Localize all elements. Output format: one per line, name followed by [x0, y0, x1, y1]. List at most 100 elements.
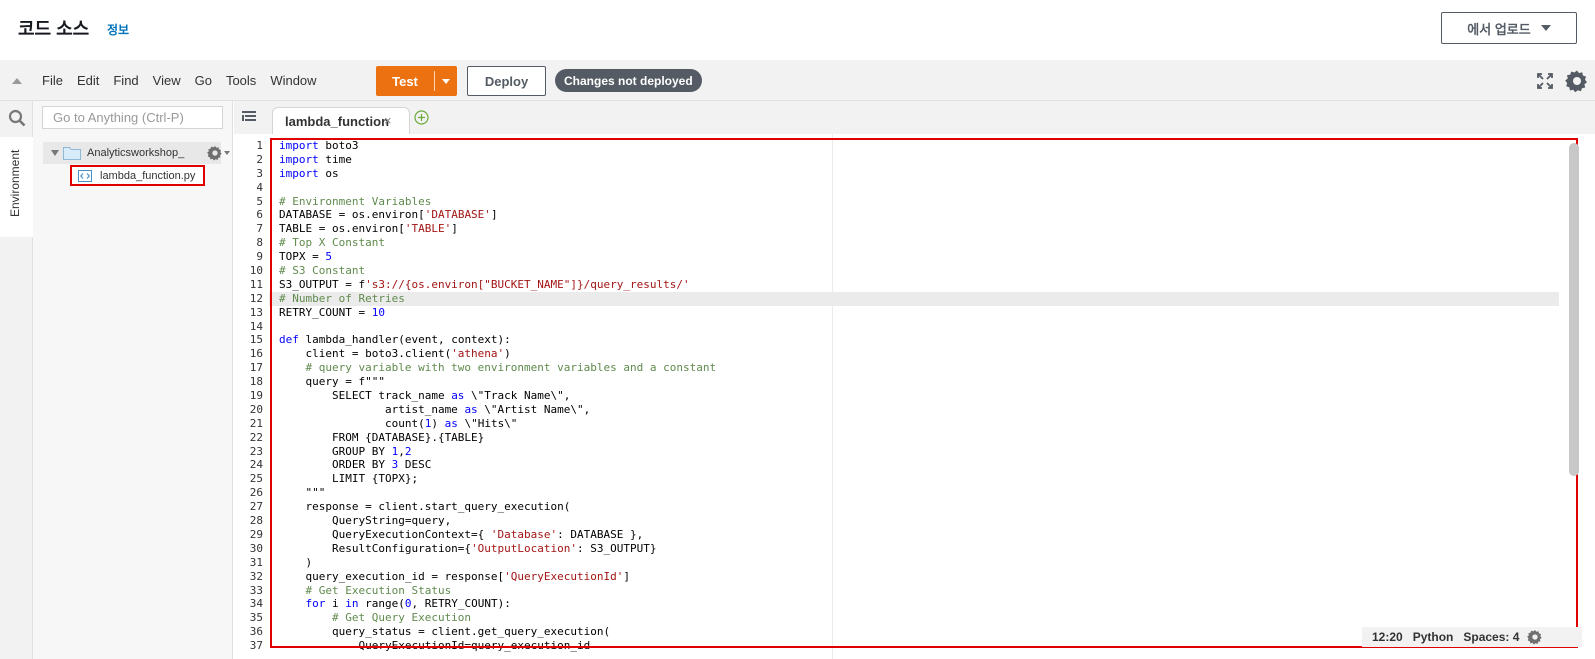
line-number: 30 — [249, 541, 263, 555]
line-number: 21 — [249, 416, 263, 430]
code-line: def lambda_handler(event, context): — [279, 333, 511, 347]
file-name: lambda_function.py — [100, 169, 196, 182]
menu-tools[interactable]: Tools — [226, 73, 256, 88]
environment-tab[interactable]: Environment — [0, 137, 33, 237]
line-number: 19 — [249, 389, 263, 403]
line-number: 12 — [249, 291, 263, 305]
code-line: RETRY_COUNT = 10 — [279, 305, 385, 319]
line-number: 20 — [249, 402, 263, 416]
line-number: 22 — [249, 430, 263, 444]
code-line: ORDER BY 3 DESC — [279, 458, 432, 472]
line-number: 16 — [249, 347, 263, 361]
line-number: 32 — [249, 569, 263, 583]
environment-tab-label: Environment — [8, 149, 22, 217]
test-dropdown-toggle[interactable] — [435, 78, 457, 84]
collapse-toolbar-icon[interactable] — [12, 78, 22, 84]
gear-icon[interactable] — [1527, 629, 1543, 645]
menu-window[interactable]: Window — [270, 73, 316, 88]
line-number: 29 — [249, 527, 263, 541]
code-editor[interactable]: 1 2 3 4 5 6 7 8 9 10 11 12 13 14 15 16 17 18 19 20 21 22 23 24 2… — [234, 134, 1595, 659]
ide-toolbar: File Edit Find View Go Tools Window Test… — [0, 60, 1595, 101]
vertical-scrollbar[interactable] — [1569, 143, 1579, 476]
code-line: query_execution_id = response['QueryExec… — [279, 569, 631, 583]
indent-setting[interactable]: Spaces: 4 — [1463, 630, 1519, 644]
code-line: import time — [279, 152, 352, 166]
tree-folder-item[interactable]: Analyticsworkshop_ — [43, 142, 230, 164]
code-line: TABLE = os.environ['TABLE'] — [279, 222, 458, 236]
ide-menu-bar: File Edit Find View Go Tools Window — [42, 73, 331, 88]
menu-edit[interactable]: Edit — [77, 73, 99, 88]
code-file-icon — [78, 169, 92, 182]
folder-icon — [63, 147, 81, 160]
line-number: 24 — [249, 458, 263, 472]
line-number: 37 — [249, 639, 263, 653]
code-line: ) — [279, 555, 313, 569]
line-number: 26 — [249, 486, 263, 500]
gear-icon[interactable] — [1565, 69, 1589, 93]
tree-file-item[interactable]: lambda_function.py — [70, 165, 205, 186]
tab-lambda-function[interactable]: lambda_function × — [272, 107, 410, 135]
line-number: 23 — [249, 444, 263, 458]
line-number: 13 — [249, 305, 263, 319]
folder-name: Analyticsworkshop_ — [87, 147, 185, 159]
fullscreen-icon[interactable] — [1536, 72, 1554, 90]
line-number: 35 — [249, 611, 263, 625]
environment-sidebar: Environment — [0, 101, 33, 659]
code-line: response = client.start_query_execution( — [279, 500, 571, 514]
line-number: 18 — [249, 375, 263, 389]
menu-find[interactable]: Find — [113, 73, 138, 88]
language-mode[interactable]: Python — [1413, 630, 1454, 644]
code-line: query_status = client.get_query_executio… — [279, 625, 611, 639]
code-line: # Get Query Execution — [279, 611, 472, 625]
line-number: 11 — [249, 277, 263, 291]
line-number: 4 — [256, 180, 263, 194]
go-to-anything-input[interactable] — [42, 106, 223, 129]
deploy-button[interactable]: Deploy — [467, 66, 546, 96]
line-number: 7 — [256, 222, 263, 236]
tab-list-icon[interactable] — [242, 111, 256, 123]
menu-view[interactable]: View — [153, 73, 181, 88]
menu-file[interactable]: File — [42, 73, 63, 88]
chevron-down-icon[interactable] — [224, 151, 230, 155]
line-number: 6 — [256, 208, 263, 222]
code-line: # Top X Constant — [279, 236, 385, 250]
code-line: DATABASE = os.environ['DATABASE'] — [279, 208, 498, 222]
menu-go[interactable]: Go — [195, 73, 212, 88]
test-button-divider — [434, 71, 435, 91]
add-tab-icon[interactable] — [414, 110, 429, 125]
line-number: 33 — [249, 583, 263, 597]
code-line: # query variable with two environment va… — [279, 361, 717, 375]
chevron-down-icon[interactable] — [51, 150, 59, 156]
line-number: 25 — [249, 472, 263, 486]
line-number: 15 — [249, 333, 263, 347]
info-link[interactable]: 정보 — [107, 21, 129, 38]
code-line: FROM {DATABASE}.{TABLE} — [279, 430, 485, 444]
line-number: 8 — [256, 236, 263, 250]
gear-icon[interactable] — [207, 145, 223, 161]
tab-label: lambda_function — [285, 114, 390, 129]
status-badge: Changes not deployed — [555, 69, 702, 92]
test-button[interactable]: Test — [376, 66, 457, 96]
caret-down-icon — [442, 78, 450, 84]
code-line: # Get Execution Status — [279, 583, 452, 597]
code-line: client = boto3.client('athena') — [279, 347, 511, 361]
code-line: S3_OUTPUT = f's3://{os.environ["BUCKET_N… — [279, 277, 690, 291]
code-area[interactable]: import boto3 import time import os # Enviro… — [269, 134, 1595, 659]
line-number: 14 — [249, 319, 263, 333]
code-lines: import boto3 import time import os # Enviro… — [279, 139, 716, 653]
code-line: ResultConfiguration={'OutputLocation': S… — [279, 541, 657, 555]
code-line: # S3 Constant — [279, 264, 366, 278]
code-line: QueryExecutionId=query_execution_id — [279, 639, 591, 653]
line-number: 10 — [249, 264, 263, 278]
code-line: artist_name as \"Artist Name\", — [279, 402, 591, 416]
line-number: 2 — [256, 152, 263, 166]
page-header: 코드 소스 정보 에서 업로드 — [0, 0, 1595, 60]
caret-down-icon — [1540, 25, 1551, 31]
upload-from-button[interactable]: 에서 업로드 — [1441, 12, 1577, 44]
search-icon[interactable] — [8, 109, 26, 127]
line-number: 3 — [256, 166, 263, 180]
code-line: SELECT track_name as \"Track Name\", — [279, 389, 571, 403]
close-icon[interactable]: × — [384, 113, 392, 128]
file-tree-panel: Analyticsworkshop_ lambda_function.py — [33, 101, 233, 659]
